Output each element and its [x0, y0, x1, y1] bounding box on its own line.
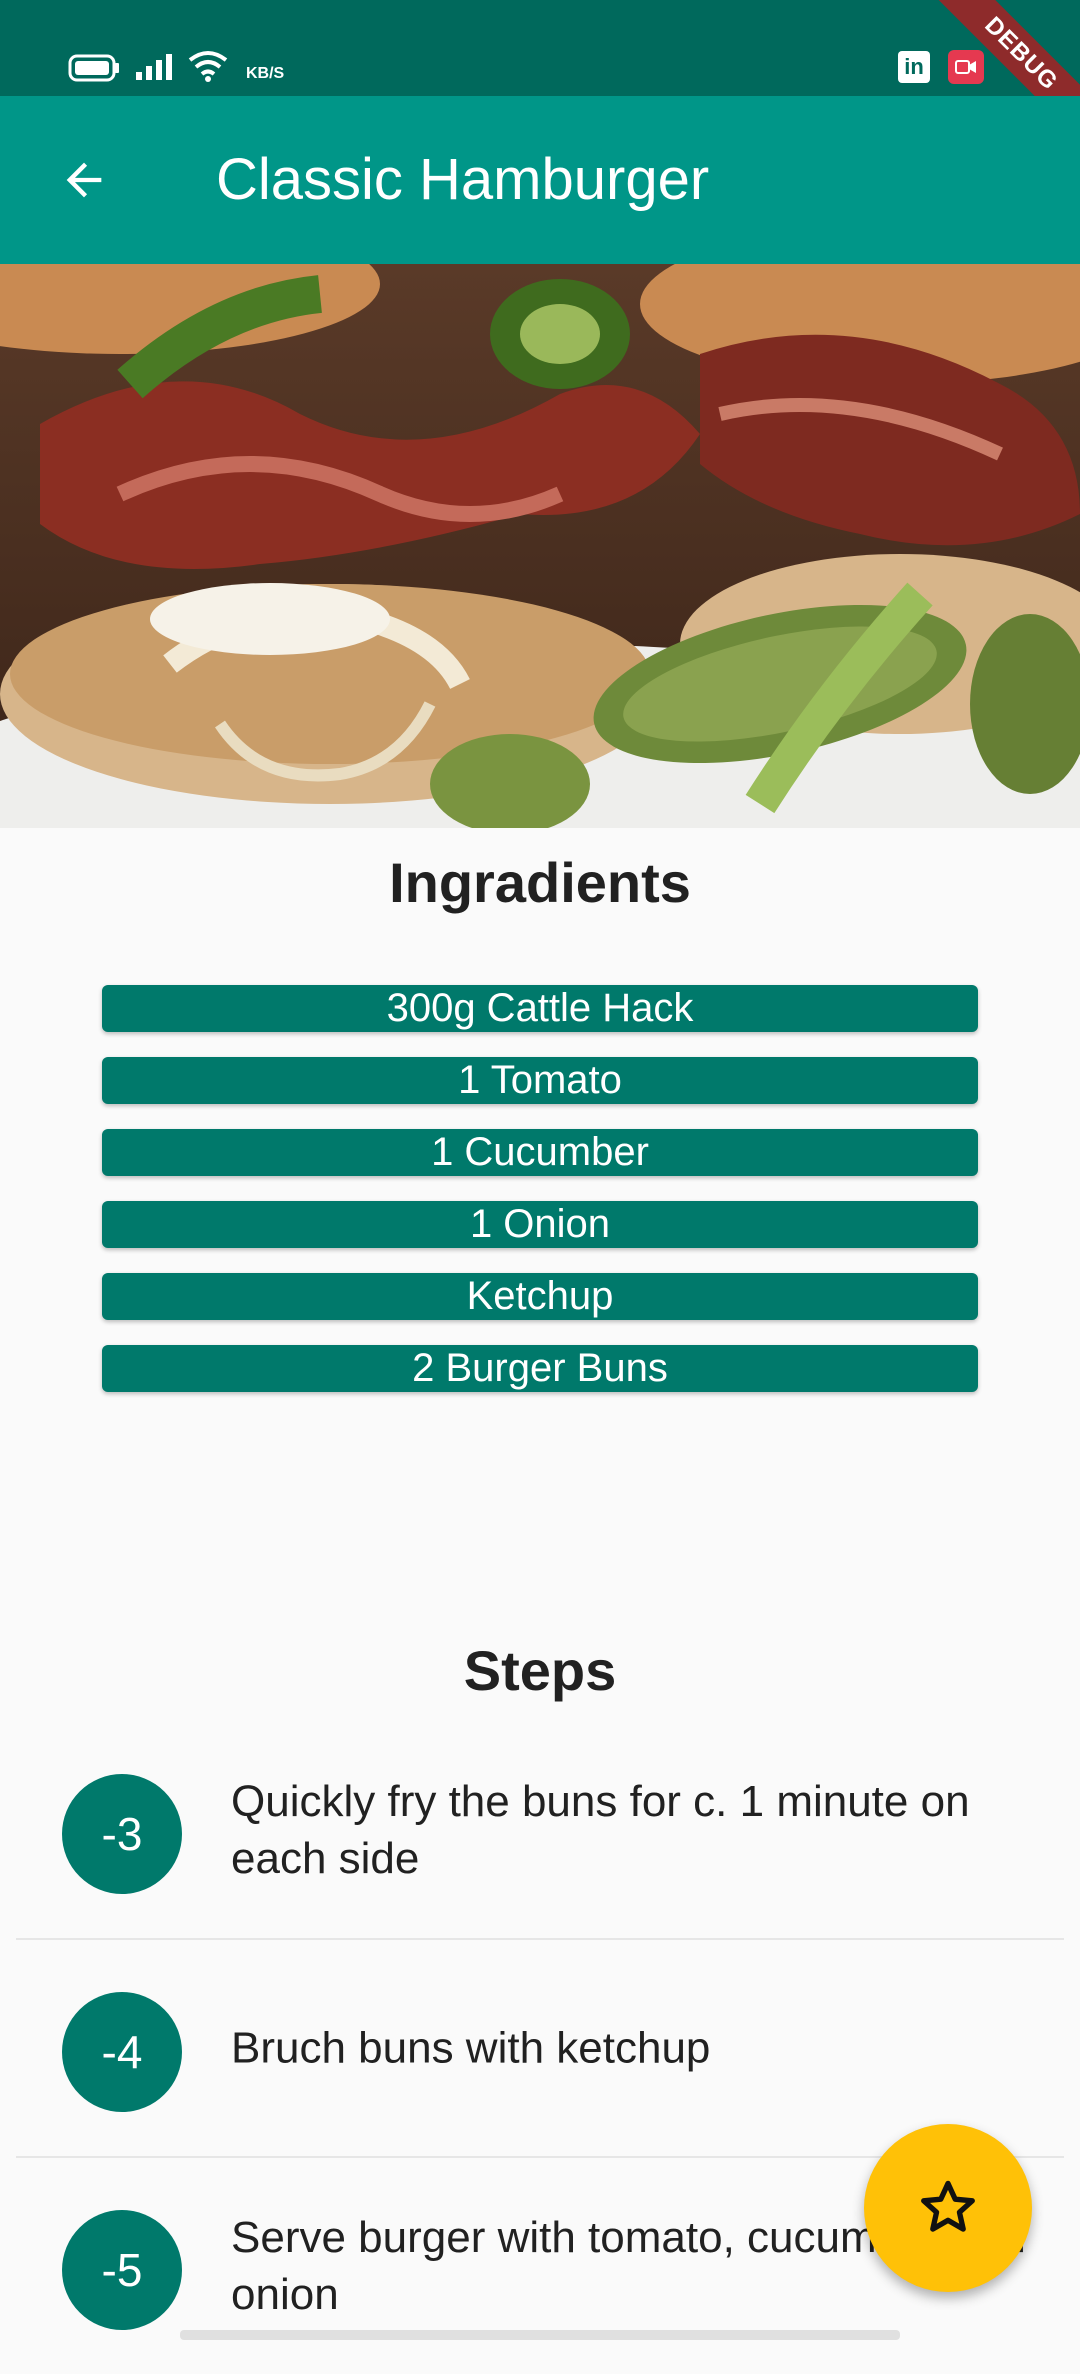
gesture-bar	[180, 2330, 900, 2340]
page-title: Classic Hamburger	[216, 147, 710, 212]
step-text: Quickly fry the buns for c. 1 minute on …	[231, 1777, 970, 1883]
ingredient-item: 1 Onion	[102, 1201, 978, 1248]
step-number-avatar: -4	[62, 1992, 182, 2112]
wifi-icon	[188, 51, 228, 82]
arrow-back-icon	[66, 162, 102, 198]
signal-icon	[136, 54, 172, 80]
ingredient-item: 1 Tomato	[102, 1057, 978, 1104]
ingredient-item: 1 Cucumber	[102, 1129, 978, 1176]
ingredients-heading: Ingradients	[389, 851, 691, 914]
favorite-button[interactable]	[864, 2124, 1032, 2292]
linkedin-icon: in	[898, 51, 930, 83]
ingredient-item: Ketchup	[102, 1273, 978, 1320]
status-right: in	[898, 50, 984, 84]
network-speed-unit: KB/S	[246, 65, 285, 82]
ingredient-item: 300g Cattle Hack	[102, 985, 978, 1032]
ingredients-list: 300g Cattle Hack 1 Tomato 1 Cucumber 1 O…	[102, 985, 978, 1417]
battery-icon	[68, 54, 119, 82]
status-bar: KB/S in DEBUG	[0, 0, 1080, 143]
step-number-avatar: -5	[62, 2210, 182, 2330]
step-number-avatar: -3	[62, 1774, 182, 1894]
screen-recorder-icon	[948, 50, 984, 84]
burger-photo	[0, 264, 1080, 828]
status-left: KB/S	[68, 50, 284, 82]
step-list-item[interactable]: -4 Bruch buns with ketchup	[16, 1940, 1064, 2158]
steps-heading: Steps	[463, 1639, 617, 1702]
step-text: Bruch buns with ketchup	[231, 2023, 711, 2073]
step-list-item[interactable]: -3 Quickly fry the buns for c. 1 minute …	[16, 1722, 1064, 1940]
star-outline-icon	[921, 2180, 975, 2232]
ingredient-item: 2 Burger Buns	[102, 1345, 978, 1392]
app-bar: Classic Hamburger	[0, 96, 1080, 264]
recipe-image	[0, 264, 1080, 828]
back-button[interactable]	[44, 140, 124, 220]
